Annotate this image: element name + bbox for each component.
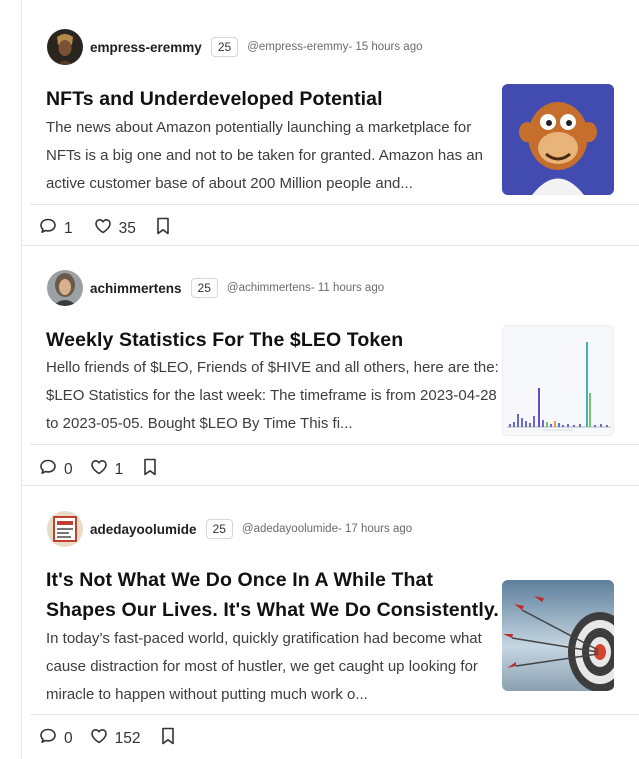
post-time: - 17 hours ago xyxy=(337,523,413,535)
divider xyxy=(30,714,639,715)
comment-count: 1 xyxy=(64,219,73,237)
vote-count: 35 xyxy=(118,219,136,237)
post-time: - 11 hours ago xyxy=(310,282,385,294)
avatar[interactable] xyxy=(47,270,83,306)
post-title[interactable]: NFTs and Underdeveloped Potential xyxy=(46,84,502,114)
comment-icon[interactable] xyxy=(38,216,58,241)
post-excerpt[interactable]: In today’s fast-paced world, quickly gra… xyxy=(46,625,502,709)
post-actions: 0 1 xyxy=(38,457,159,482)
comment-icon[interactable] xyxy=(38,726,58,751)
author-name[interactable]: achimmertens xyxy=(90,281,182,296)
reputation-badge: 25 xyxy=(205,519,233,539)
post-time: - 15 hours ago xyxy=(348,41,423,53)
avatar[interactable] xyxy=(47,29,83,65)
post-card: achimmertens 25 @achimmertens - 11 hours… xyxy=(21,245,639,485)
post-card: empress-eremmy 25 @empress-eremmy - 15 h… xyxy=(21,0,639,245)
comment-count: 0 xyxy=(64,729,73,747)
post-thumbnail[interactable] xyxy=(502,84,614,195)
post-title[interactable]: It's Not What We Do Once In A While That… xyxy=(46,565,508,625)
reputation-badge: 25 xyxy=(210,37,239,57)
avatar[interactable] xyxy=(47,511,83,547)
vote-count: 1 xyxy=(114,460,124,478)
post-actions: 0 152 xyxy=(38,726,177,751)
heart-icon[interactable] xyxy=(89,726,109,751)
post-header: achimmertens 25 @achimmertens - 11 hours… xyxy=(47,270,384,306)
post-thumbnail[interactable] xyxy=(502,580,614,691)
reputation-badge: 25 xyxy=(190,278,218,298)
post-excerpt[interactable]: The news about Amazon potentially launch… xyxy=(46,114,502,198)
post-title[interactable]: Weekly Statistics For The $LEO Token xyxy=(46,325,502,355)
heart-icon[interactable] xyxy=(89,457,109,482)
comment-count: 0 xyxy=(64,460,73,478)
vote-count: 152 xyxy=(114,729,141,747)
divider xyxy=(30,444,639,445)
comment-icon[interactable] xyxy=(38,457,58,482)
author-handle[interactable]: @achimmertens xyxy=(227,282,311,294)
author-name[interactable]: empress-eremmy xyxy=(90,40,202,55)
divider xyxy=(30,204,639,205)
author-name[interactable]: adedayoolumide xyxy=(90,522,197,537)
post-excerpt[interactable]: Hello friends of $LEO, Friends of $HIVE … xyxy=(46,354,502,438)
heart-icon[interactable] xyxy=(93,216,113,241)
bookmark-icon[interactable] xyxy=(159,726,177,751)
post-header: empress-eremmy 25 @empress-eremmy - 15 h… xyxy=(47,29,423,65)
post-actions: 1 35 xyxy=(38,216,172,241)
post-card: adedayoolumide 25 @adedayoolumide - 17 h… xyxy=(21,485,639,759)
bookmark-icon[interactable] xyxy=(154,216,172,241)
post-header: adedayoolumide 25 @adedayoolumide - 17 h… xyxy=(47,511,412,547)
author-handle[interactable]: @adedayoolumide xyxy=(242,523,338,535)
bookmark-icon[interactable] xyxy=(141,457,159,482)
author-handle[interactable]: @empress-eremmy xyxy=(247,41,348,53)
post-thumbnail[interactable] xyxy=(502,325,614,436)
